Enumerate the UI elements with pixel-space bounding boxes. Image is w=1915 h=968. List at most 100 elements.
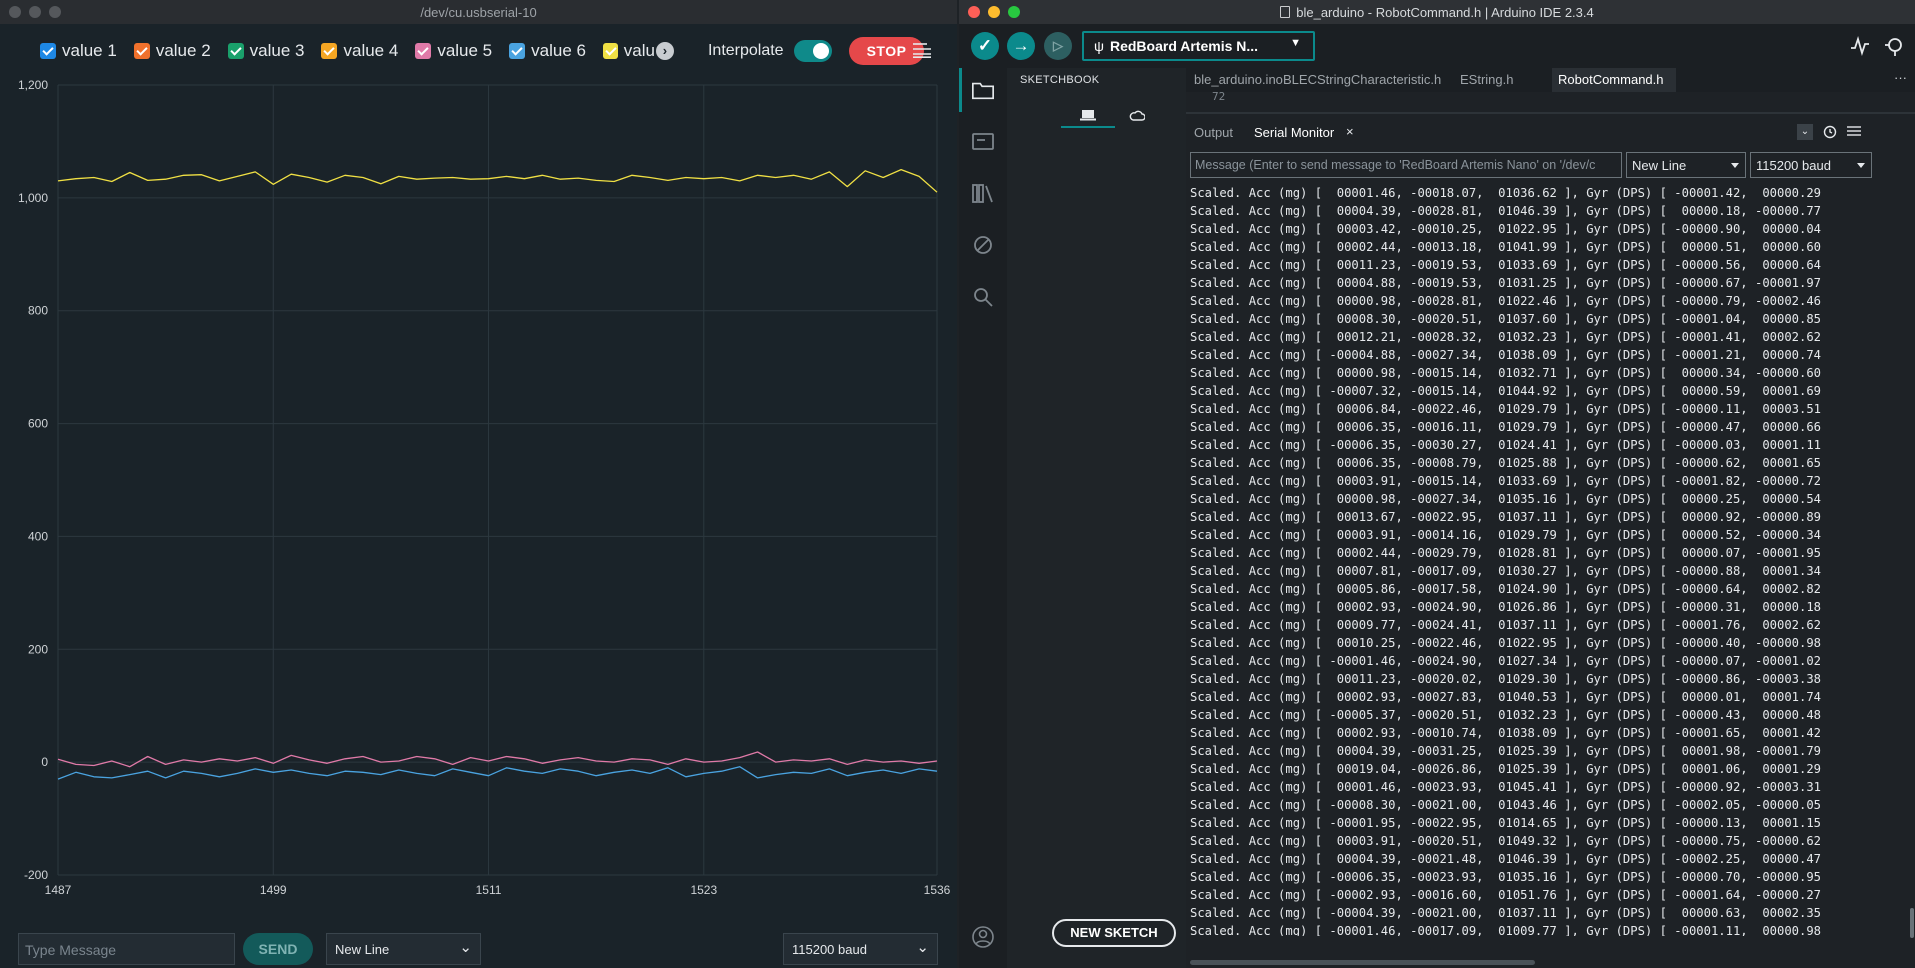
legend-item-value-3[interactable]: value 3 xyxy=(227,41,305,61)
clear-menu-icon[interactable] xyxy=(913,42,931,58)
close-icon[interactable]: × xyxy=(1346,124,1354,139)
vertical-scrollbar[interactable] xyxy=(1910,908,1914,938)
editor-code-peek: 72 xyxy=(1186,92,1915,116)
search-icon[interactable] xyxy=(971,285,995,309)
zoom-window-button[interactable] xyxy=(1008,6,1020,18)
debug-icon[interactable]: ▷ xyxy=(1044,32,1072,60)
x-tick-label: 1499 xyxy=(260,883,287,897)
zoom-window-button[interactable] xyxy=(49,6,61,18)
plot-chart: 1,200 1,000 800 600 400 200 0 -2001487 1499 1511 1… xyxy=(18,78,951,897)
serial-message-input[interactable]: Message (Enter to send message to 'RedBo… xyxy=(1190,152,1622,178)
plotter-window-title: /dev/cu.usbserial-10 xyxy=(420,4,537,20)
account-icon[interactable] xyxy=(971,925,995,949)
serial-monitor-icon[interactable] xyxy=(1883,35,1905,57)
serial-line: Scaled. Acc (mg) [ 00001.46, -00023.93, … xyxy=(1190,780,1822,794)
minimize-window-button[interactable] xyxy=(988,6,1000,18)
window-controls xyxy=(9,6,61,18)
local-sketchbook-tab[interactable] xyxy=(1061,104,1115,128)
line-ending-select[interactable]: New Line xyxy=(1626,152,1746,178)
activity-bar xyxy=(959,68,1007,968)
tab-output[interactable]: Output xyxy=(1194,125,1233,140)
y-tick-label: 600 xyxy=(28,417,48,431)
board-name: RedBoard Artemis N... xyxy=(1109,38,1259,54)
legend-item-value-4[interactable]: value 4 xyxy=(321,41,398,61)
legend-scroll-right-icon[interactable]: › xyxy=(655,42,674,60)
clear-output-icon[interactable] xyxy=(1847,126,1861,138)
serial-plotter-icon[interactable] xyxy=(1849,35,1871,57)
legend-item-value-6[interactable]: value 6 xyxy=(509,41,586,61)
serial-line: Scaled. Acc (mg) [ -00004.88, -00027.34,… xyxy=(1190,348,1822,362)
upload-button[interactable]: → xyxy=(1007,32,1035,60)
baud-select[interactable]: 115200 baud xyxy=(783,933,938,965)
y-tick-label: 200 xyxy=(28,642,48,656)
serial-line: Scaled. Acc (mg) [ 00003.91, -00020.51, … xyxy=(1190,834,1822,848)
legend-item-value-2[interactable]: value 2 xyxy=(133,41,211,61)
checkbox-icon[interactable] xyxy=(40,43,56,59)
type-message-input[interactable]: Type Message xyxy=(18,933,235,965)
checkbox-icon[interactable] xyxy=(227,43,244,59)
checkbox-icon[interactable] xyxy=(509,43,526,59)
y-tick-label: 0 xyxy=(41,755,48,769)
baud-rate-select[interactable]: 115200 baud xyxy=(1750,152,1872,178)
tab-blecstringcharacteristic[interactable]: BLECStringCharacteristic.h xyxy=(1277,68,1447,92)
legend-label: value 3 xyxy=(249,41,305,60)
serial-line: Scaled. Acc (mg) [ -00006.35, -00030.27,… xyxy=(1190,438,1822,452)
autoscroll-icon[interactable]: ⌄ xyxy=(1797,124,1813,140)
checkbox-icon[interactable] xyxy=(602,43,618,59)
usb-icon: ψ xyxy=(1094,38,1104,54)
legend-label: value 4 xyxy=(343,41,399,60)
serial-line: Scaled. Acc (mg) [ 00004.39, -00021.48, … xyxy=(1190,852,1822,866)
y-tick-label: 1,200 xyxy=(18,78,48,92)
ide-toolbar: ✓ → ▷ ψ RedBoard Artemis N... ▼ xyxy=(959,24,1915,68)
cloud-icon xyxy=(1129,110,1145,121)
chevron-down-icon: ▼ xyxy=(1290,37,1301,49)
legend-label: value 6 xyxy=(531,41,586,60)
timestamp-icon[interactable] xyxy=(1823,125,1837,139)
serial-line: Scaled. Acc (mg) [ 00006.35, -00016.11, … xyxy=(1190,420,1822,434)
serial-line: Scaled. Acc (mg) [ 00004.39, -00031.25, … xyxy=(1190,744,1822,758)
tab-estring[interactable]: EString.h xyxy=(1454,68,1519,92)
checkbox-icon[interactable] xyxy=(415,43,432,59)
serial-line: Scaled. Acc (mg) [ 00013.67, -00022.95, … xyxy=(1190,510,1822,524)
close-window-button[interactable] xyxy=(9,6,21,18)
legend-item-value-7[interactable]: valu xyxy=(602,41,655,61)
new-sketch-button[interactable]: NEW SKETCH xyxy=(1052,919,1176,947)
legend-label: value 2 xyxy=(155,41,211,60)
arduino-ide-window: ble_arduino - RobotCommand.h | Arduino I… xyxy=(959,0,1915,968)
document-icon xyxy=(1280,5,1291,18)
minimize-window-button[interactable] xyxy=(29,6,41,18)
serial-output: Scaled. Acc (mg) [ 00001.46, -00018.07, … xyxy=(1190,184,1915,936)
more-actions-icon[interactable]: ··· xyxy=(1894,70,1907,85)
legend-item-value-1[interactable]: value 1 xyxy=(40,41,117,61)
serial-line: Scaled. Acc (mg) [ -00007.32, -00015.14,… xyxy=(1190,384,1822,398)
serial-line: Scaled. Acc (mg) [ 00000.98, -00027.34, … xyxy=(1190,492,1822,506)
tab-robotcommand[interactable]: RobotCommand.h xyxy=(1552,68,1676,92)
y-tick-label: -200 xyxy=(24,868,48,882)
send-button[interactable]: SEND xyxy=(243,933,313,965)
serial-line: Scaled. Acc (mg) [ 00010.25, -00022.46, … xyxy=(1190,636,1822,650)
horizontal-scrollbar[interactable] xyxy=(1190,960,1535,965)
debug-disabled-icon[interactable] xyxy=(971,233,995,257)
boards-manager-icon[interactable] xyxy=(971,129,995,153)
cloud-sketchbook-tab[interactable] xyxy=(1117,104,1157,128)
serial-line: Scaled. Acc (mg) [ 00004.39, -00028.81, … xyxy=(1190,204,1822,218)
tab-serial-monitor[interactable]: Serial Monitor xyxy=(1254,125,1334,140)
legend-item-value-5[interactable]: value 5 xyxy=(415,41,492,61)
close-window-button[interactable] xyxy=(968,6,980,18)
bottom-panel-tabs: Output Serial Monitor × ⌄ xyxy=(1186,122,1915,144)
checkbox-icon[interactable] xyxy=(133,43,150,59)
serial-line: Scaled. Acc (mg) [ 00002.44, -00013.18, … xyxy=(1190,240,1822,254)
serial-line: Scaled. Acc (mg) [ -00006.35, -00023.93,… xyxy=(1190,870,1822,884)
folder-icon[interactable] xyxy=(971,78,995,102)
checkbox-icon[interactable] xyxy=(321,43,338,59)
board-selector[interactable]: ψ RedBoard Artemis N... ▼ xyxy=(1082,31,1315,61)
tab-ble-arduino[interactable]: ble_arduino.ino xyxy=(1188,68,1289,92)
verify-button[interactable]: ✓ xyxy=(971,32,999,60)
active-indicator xyxy=(959,68,962,112)
ide-window-title: ble_arduino - RobotCommand.h | Arduino I… xyxy=(1296,4,1594,20)
serial-line: Scaled. Acc (mg) [ 00002.93, -00027.83, … xyxy=(1190,690,1822,704)
interpolate-toggle[interactable] xyxy=(793,40,832,62)
series-line-value-6 xyxy=(57,766,938,780)
line-ending-select[interactable]: New Line xyxy=(326,933,481,965)
library-manager-icon[interactable] xyxy=(971,181,995,205)
